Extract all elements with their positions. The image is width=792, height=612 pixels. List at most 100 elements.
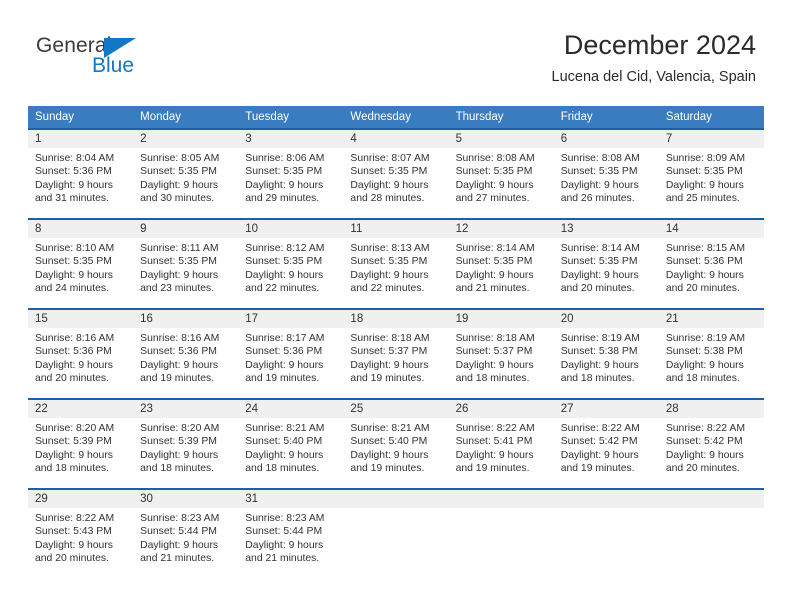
day-cell[interactable]: 21 Sunrise: 8:19 AM Sunset: 5:38 PM Dayligh… [658, 308, 764, 398]
detail-daylight-line2: and 27 minutes. [455, 193, 530, 205]
day-cell[interactable]: 10 Sunrise: 8:12 AM Sunset: 5:35 PM Dayligh… [238, 218, 344, 308]
detail-sunset: Sunset: 5:36 PM [35, 166, 112, 178]
day-details: Sunrise: 8:22 AM Sunset: 5:42 PM Daylight:… [659, 418, 764, 476]
day-cell[interactable]: 3 Sunrise: 8:06 AM Sunset: 5:35 PM Daylight… [238, 128, 344, 218]
day-cell[interactable]: 1 Sunrise: 8:04 AM Sunset: 5:36 PM Daylight… [28, 128, 134, 218]
day-details: Sunrise: 8:12 AM Sunset: 5:35 PM Daylight:… [238, 238, 343, 296]
calendar-body: 1 Sunrise: 8:04 AM Sunset: 5:36 PM Daylight… [28, 128, 764, 573]
detail-daylight-line2: and 21 minutes. [245, 553, 320, 565]
day-cell-inner: 16 Sunrise: 8:16 AM Sunset: 5:36 PM Dayligh… [133, 308, 239, 398]
day-cell[interactable]: 25 Sunrise: 8:21 AM Sunset: 5:40 PM Dayligh… [343, 398, 449, 488]
detail-daylight-line1: Daylight: 9 hours [245, 359, 324, 371]
day-cell[interactable]: 22 Sunrise: 8:20 AM Sunset: 5:39 PM Dayligh… [28, 398, 134, 488]
detail-daylight-line1: Daylight: 9 hours [455, 449, 534, 461]
day-cell-inner: 23 Sunrise: 8:20 AM Sunset: 5:39 PM Dayligh… [133, 398, 239, 488]
calendar-week-row: 22 Sunrise: 8:20 AM Sunset: 5:39 PM Dayligh… [28, 398, 764, 488]
detail-sunrise: Sunrise: 8:21 AM [245, 423, 325, 434]
detail-daylight-line2: and 20 minutes. [35, 553, 109, 565]
day-details: Sunrise: 8:15 AM Sunset: 5:36 PM Daylight:… [659, 238, 764, 296]
detail-daylight-line2: and 21 minutes. [455, 283, 530, 295]
day-cell-inner: 5 Sunrise: 8:08 AM Sunset: 5:35 PM Daylight… [448, 128, 554, 218]
detail-sunset: Sunset: 5:35 PM [140, 166, 217, 178]
day-cell-inner: 30 Sunrise: 8:23 AM Sunset: 5:44 PM Dayligh… [133, 488, 239, 573]
day-cell[interactable]: 14 Sunrise: 8:15 AM Sunset: 5:36 PM Dayligh… [658, 218, 764, 308]
detail-daylight-line1: Daylight: 9 hours [140, 269, 219, 281]
day-details: Sunrise: 8:19 AM Sunset: 5:38 PM Daylight:… [554, 328, 659, 386]
detail-daylight-line1: Daylight: 9 hours [35, 449, 113, 461]
weekday-header-saturday: Saturday [658, 106, 764, 128]
detail-daylight-line1: Daylight: 9 hours [140, 359, 219, 371]
detail-sunset: Sunset: 5:41 PM [455, 436, 533, 448]
detail-sunset: Sunset: 5:36 PM [140, 346, 217, 358]
detail-sunrise: Sunrise: 8:18 AM [455, 333, 535, 344]
detail-daylight-line2: and 19 minutes. [350, 373, 425, 385]
day-details: Sunrise: 8:08 AM Sunset: 5:35 PM Daylight:… [449, 148, 554, 206]
detail-daylight-line1: Daylight: 9 hours [665, 449, 744, 461]
calendar-week-row: 15 Sunrise: 8:16 AM Sunset: 5:36 PM Dayligh… [28, 308, 764, 398]
day-cell[interactable]: 15 Sunrise: 8:16 AM Sunset: 5:36 PM Dayligh… [28, 308, 134, 398]
day-cell-inner: 7 Sunrise: 8:09 AM Sunset: 5:35 PM Daylight… [658, 128, 764, 218]
day-cell[interactable]: 4 Sunrise: 8:07 AM Sunset: 5:35 PM Daylight… [343, 128, 449, 218]
day-number: 21 [658, 310, 764, 328]
detail-sunset: Sunset: 5:36 PM [35, 346, 112, 358]
day-cell-inner: 25 Sunrise: 8:21 AM Sunset: 5:40 PM Dayligh… [343, 398, 449, 488]
day-cell[interactable]: 2 Sunrise: 8:05 AM Sunset: 5:35 PM Daylight… [133, 128, 239, 218]
day-cell-inner: 19 Sunrise: 8:18 AM Sunset: 5:37 PM Dayligh… [448, 308, 554, 398]
day-cell[interactable]: 6 Sunrise: 8:08 AM Sunset: 5:35 PM Daylight… [553, 128, 659, 218]
detail-sunrise: Sunrise: 8:19 AM [665, 333, 745, 344]
detail-daylight-line2: and 18 minutes. [140, 463, 215, 475]
day-number: 8 [28, 220, 134, 238]
day-cell[interactable]: 29 Sunrise: 8:22 AM Sunset: 5:43 PM Dayligh… [28, 488, 134, 573]
day-cell[interactable]: 23 Sunrise: 8:20 AM Sunset: 5:39 PM Dayligh… [133, 398, 239, 488]
detail-daylight-line1: Daylight: 9 hours [560, 179, 639, 191]
detail-daylight-line1: Daylight: 9 hours [455, 359, 534, 371]
weekday-header-thursday: Thursday [448, 106, 554, 128]
detail-sunset: Sunset: 5:42 PM [560, 436, 638, 448]
day-details: Sunrise: 8:20 AM Sunset: 5:39 PM Daylight:… [28, 418, 133, 476]
day-cell[interactable]: 13 Sunrise: 8:14 AM Sunset: 5:35 PM Dayligh… [553, 218, 659, 308]
detail-daylight-line2: and 19 minutes. [350, 463, 425, 475]
day-cell[interactable]: 26 Sunrise: 8:22 AM Sunset: 5:41 PM Dayligh… [448, 398, 554, 488]
day-cell[interactable]: 18 Sunrise: 8:18 AM Sunset: 5:37 PM Dayligh… [343, 308, 449, 398]
day-cell[interactable]: 27 Sunrise: 8:22 AM Sunset: 5:42 PM Dayligh… [553, 398, 659, 488]
day-cell[interactable]: 5 Sunrise: 8:08 AM Sunset: 5:35 PM Daylight… [448, 128, 554, 218]
day-cell[interactable]: 8 Sunrise: 8:10 AM Sunset: 5:35 PM Daylight… [28, 218, 134, 308]
day-cell[interactable]: 31 Sunrise: 8:23 AM Sunset: 5:44 PM Dayligh… [238, 488, 344, 573]
day-details: Sunrise: 8:22 AM Sunset: 5:41 PM Daylight:… [449, 418, 554, 476]
logo-text-blue: Blue [92, 54, 135, 77]
day-details: Sunrise: 8:21 AM Sunset: 5:40 PM Daylight:… [343, 418, 448, 476]
day-cell[interactable]: 12 Sunrise: 8:14 AM Sunset: 5:35 PM Dayligh… [448, 218, 554, 308]
day-number: 4 [343, 130, 449, 148]
day-cell[interactable]: 30 Sunrise: 8:23 AM Sunset: 5:44 PM Dayligh… [133, 488, 239, 573]
day-cell-inner: 31 Sunrise: 8:23 AM Sunset: 5:44 PM Dayligh… [238, 488, 344, 573]
detail-sunrise: Sunrise: 8:14 AM [560, 243, 640, 254]
day-cell[interactable]: 16 Sunrise: 8:16 AM Sunset: 5:36 PM Dayligh… [133, 308, 239, 398]
day-number [553, 490, 659, 508]
detail-daylight-line2: and 31 minutes. [35, 193, 109, 205]
day-details: Sunrise: 8:16 AM Sunset: 5:36 PM Daylight:… [133, 328, 238, 386]
day-cell[interactable]: 11 Sunrise: 8:13 AM Sunset: 5:35 PM Dayligh… [343, 218, 449, 308]
detail-daylight-line2: and 23 minutes. [140, 283, 215, 295]
day-cell[interactable]: 24 Sunrise: 8:21 AM Sunset: 5:40 PM Dayligh… [238, 398, 344, 488]
day-cell[interactable]: 20 Sunrise: 8:19 AM Sunset: 5:38 PM Dayligh… [553, 308, 659, 398]
day-cell-inner: 20 Sunrise: 8:19 AM Sunset: 5:38 PM Dayligh… [553, 308, 659, 398]
day-details: Sunrise: 8:07 AM Sunset: 5:35 PM Daylight:… [343, 148, 448, 206]
detail-daylight-line2: and 29 minutes. [245, 193, 320, 205]
day-cell[interactable]: 7 Sunrise: 8:09 AM Sunset: 5:35 PM Daylight… [658, 128, 764, 218]
detail-daylight-line1: Daylight: 9 hours [665, 179, 744, 191]
detail-sunrise: Sunrise: 8:15 AM [665, 243, 745, 254]
day-cell[interactable]: 9 Sunrise: 8:11 AM Sunset: 5:35 PM Daylight… [133, 218, 239, 308]
generalblue-logo[interactable]: General Blue [36, 34, 186, 82]
day-details: Sunrise: 8:14 AM Sunset: 5:35 PM Daylight:… [449, 238, 554, 296]
detail-daylight-line2: and 20 minutes. [665, 463, 740, 475]
day-cell-empty [658, 488, 764, 573]
day-cell[interactable]: 19 Sunrise: 8:18 AM Sunset: 5:37 PM Dayligh… [448, 308, 554, 398]
detail-daylight-line2: and 22 minutes. [245, 283, 320, 295]
calendar-week-row: 29 Sunrise: 8:22 AM Sunset: 5:43 PM Dayligh… [28, 488, 764, 573]
detail-sunrise: Sunrise: 8:22 AM [455, 423, 535, 434]
day-cell[interactable]: 17 Sunrise: 8:17 AM Sunset: 5:36 PM Dayligh… [238, 308, 344, 398]
day-cell[interactable]: 28 Sunrise: 8:22 AM Sunset: 5:42 PM Dayligh… [658, 398, 764, 488]
day-details: Sunrise: 8:16 AM Sunset: 5:36 PM Daylight:… [28, 328, 133, 386]
day-cell-empty [553, 488, 659, 573]
detail-sunset: Sunset: 5:35 PM [350, 256, 428, 268]
